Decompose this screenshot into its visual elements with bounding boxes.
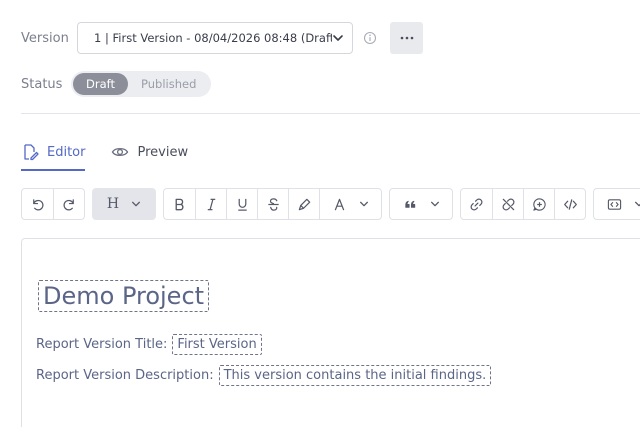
version-row: Version 1 | First Version - 08/04/2026 0… [21, 22, 423, 54]
version-select[interactable]: 1 | First Version - 08/04/2026 08:48 (Dr… [77, 22, 353, 54]
status-option-draft[interactable]: Draft [73, 73, 128, 95]
undo-button[interactable] [22, 189, 53, 219]
edit-document-icon [24, 144, 39, 161]
comment-add-icon [532, 197, 546, 211]
history-group [21, 188, 85, 220]
quote-icon [404, 200, 415, 208]
code-button[interactable] [554, 189, 585, 219]
text-color-icon [334, 198, 345, 210]
redo-button[interactable] [53, 189, 84, 219]
unlink-icon [502, 198, 514, 210]
report-version-title-line: Report Version Title: First Version [36, 334, 262, 355]
heading-dropdown-button[interactable]: H [93, 189, 155, 219]
version-select-value: 1 | First Version - 08/04/2026 08:48 (Dr… [94, 31, 332, 45]
status-label: Status [21, 76, 63, 92]
link-icon [470, 198, 483, 210]
insert-group [460, 188, 586, 220]
heading-label: H [106, 196, 120, 212]
divider [21, 113, 640, 114]
heading-group: H [92, 188, 156, 220]
embed-group [593, 188, 640, 220]
code-block-icon [607, 198, 621, 210]
editor-toolbar: H [21, 188, 640, 220]
status-row: Status Draft Published [21, 71, 212, 97]
more-options-button[interactable] [390, 22, 423, 54]
report-version-description-field[interactable]: This version contains the initial findin… [218, 365, 492, 386]
blockquote-dropdown-button[interactable] [390, 189, 452, 219]
status-option-published[interactable]: Published [128, 73, 209, 95]
embed-dropdown-button[interactable] [594, 189, 640, 219]
text-color-dropdown-button[interactable] [319, 189, 381, 219]
chevron-down-icon [132, 201, 141, 207]
underline-button[interactable] [226, 189, 257, 219]
report-version-description-line: Report Version Description: This version… [36, 365, 492, 386]
strikethrough-button[interactable] [257, 189, 288, 219]
redo-icon [63, 198, 74, 210]
italic-icon [207, 198, 215, 210]
version-label: Version [21, 30, 69, 46]
unlink-button[interactable] [492, 189, 523, 219]
chevron-down-icon [634, 201, 640, 207]
highlight-button[interactable] [288, 189, 319, 219]
report-version-title-field[interactable]: First Version [172, 334, 262, 355]
info-icon[interactable] [363, 31, 377, 45]
field-label: Report Version Description: [36, 368, 214, 383]
undo-icon [33, 198, 44, 210]
bold-icon [175, 198, 184, 210]
more-horizontal-icon [400, 36, 413, 40]
field-label: Report Version Title: [36, 337, 168, 352]
chevron-down-icon [430, 201, 439, 207]
code-icon [563, 198, 577, 210]
highlighter-icon [298, 198, 310, 210]
tab-preview[interactable]: Preview [111, 140, 188, 164]
editor-content-area[interactable]: Demo Project Report Version Title: First… [21, 238, 640, 427]
bold-button[interactable] [164, 189, 195, 219]
format-group [163, 188, 382, 220]
strikethrough-icon [267, 197, 279, 211]
comment-button[interactable] [523, 189, 554, 219]
tab-preview-label: Preview [137, 144, 189, 160]
tab-editor[interactable]: Editor [21, 140, 86, 171]
link-button[interactable] [461, 189, 492, 219]
chevron-down-icon [333, 35, 343, 41]
italic-button[interactable] [195, 189, 226, 219]
status-toggle: Draft Published [71, 71, 212, 97]
block-group [389, 188, 453, 220]
tab-bar: Editor Preview [21, 140, 214, 172]
tab-editor-label: Editor [47, 144, 86, 160]
chevron-down-icon [360, 201, 368, 207]
underline-icon [237, 198, 247, 211]
document-title[interactable]: Demo Project [38, 280, 210, 312]
eye-icon [112, 147, 129, 157]
